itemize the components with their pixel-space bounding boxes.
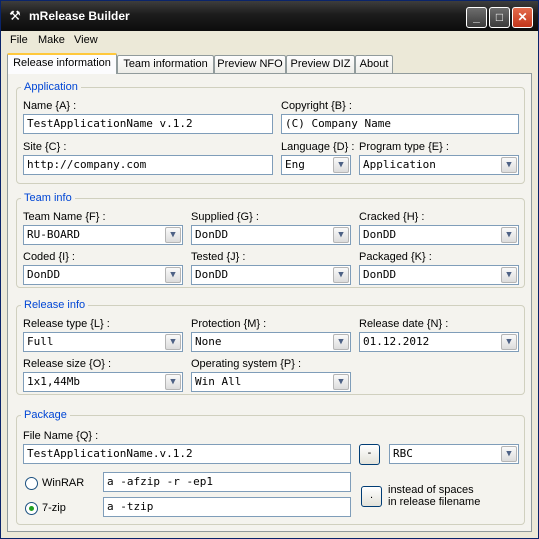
- supplied-select[interactable]: DonDD ▼: [191, 225, 351, 245]
- minimize-button[interactable]: _: [466, 7, 487, 28]
- language-select[interactable]: Eng ▼: [281, 155, 351, 175]
- name-input[interactable]: TestApplicationName v.1.2: [23, 114, 273, 134]
- program-type-select[interactable]: Application ▼: [359, 155, 519, 175]
- copyright-label: Copyright {B} :: [281, 100, 352, 112]
- suffix-select-value: RBC: [393, 447, 413, 460]
- tab-preview-diz[interactable]: Preview DIZ: [286, 55, 355, 74]
- dash-separator-button[interactable]: -: [359, 444, 380, 465]
- tested-select[interactable]: DonDD ▼: [191, 265, 351, 285]
- suffix-select[interactable]: RBC ▼: [389, 444, 519, 464]
- tested-label: Tested {J} :: [191, 251, 246, 263]
- team-name-select[interactable]: RU-BOARD ▼: [23, 225, 183, 245]
- chevron-down-icon[interactable]: ▼: [165, 267, 181, 283]
- site-input[interactable]: http://company.com: [23, 155, 273, 175]
- release-type-select[interactable]: Full ▼: [23, 332, 183, 352]
- release-date-picker[interactable]: 01.12.2012 ▼: [359, 332, 519, 352]
- radio-selected-dot: [29, 506, 34, 511]
- cracked-label: Cracked {H} :: [359, 211, 425, 223]
- sevenzip-label[interactable]: 7-zip: [42, 502, 66, 514]
- tab-strip: Release information Team information Pre…: [7, 53, 527, 74]
- chevron-down-icon[interactable]: ▼: [333, 334, 349, 350]
- cracked-select[interactable]: DonDD ▼: [359, 225, 519, 245]
- coded-select-value: DonDD: [27, 268, 61, 281]
- site-label: Site {C} :: [23, 141, 67, 153]
- chevron-down-icon[interactable]: ▼: [501, 446, 517, 462]
- protection-select-value: None: [195, 335, 222, 348]
- file-name-input[interactable]: TestApplicationName.v.1.2: [23, 444, 351, 464]
- supplied-label: Supplied {G} :: [191, 211, 259, 223]
- tab-about[interactable]: About: [355, 55, 393, 74]
- application-group-title: Application: [21, 81, 81, 93]
- protection-label: Protection {M} :: [191, 318, 267, 330]
- file-name-label: File Name {Q} :: [23, 430, 99, 442]
- tools-icon: ⚒: [9, 8, 21, 23]
- team-info-group-title: Team info: [21, 192, 75, 204]
- chevron-down-icon[interactable]: ▼: [165, 334, 181, 350]
- chevron-down-icon[interactable]: ▼: [333, 227, 349, 243]
- release-type-label: Release type {L} :: [23, 318, 110, 330]
- main-window: ⚒ mRelease Builder _ □ ✕ File Make View …: [0, 0, 539, 539]
- space-replacement-button[interactable]: .: [361, 486, 382, 507]
- release-date-label: Release date {N} :: [359, 318, 449, 330]
- chevron-down-icon[interactable]: ▼: [165, 374, 181, 390]
- release-date-value: 01.12.2012: [363, 335, 430, 348]
- supplied-select-value: DonDD: [195, 228, 229, 241]
- chevron-down-icon[interactable]: ▼: [333, 157, 349, 173]
- tab-preview-nfo[interactable]: Preview NFO: [214, 55, 286, 74]
- chevron-down-icon[interactable]: ▼: [501, 227, 517, 243]
- coded-label: Coded {I} :: [23, 251, 75, 263]
- protection-select[interactable]: None ▼: [191, 332, 351, 352]
- operating-system-select-value: Win All: [195, 375, 242, 388]
- coded-select[interactable]: DonDD ▼: [23, 265, 183, 285]
- release-info-group-title: Release info: [21, 299, 89, 311]
- chevron-down-icon[interactable]: ▼: [501, 157, 517, 173]
- menu-make[interactable]: Make: [38, 34, 65, 46]
- operating-system-select[interactable]: Win All ▼: [191, 372, 351, 392]
- cracked-select-value: DonDD: [363, 228, 397, 241]
- team-name-label: Team Name {F} :: [23, 211, 106, 223]
- release-size-select-value: 1x1,44Mb: [27, 375, 80, 388]
- packaged-select-value: DonDD: [363, 268, 397, 281]
- winrar-radio[interactable]: [25, 477, 38, 490]
- menu-bar: File Make View: [1, 31, 538, 51]
- release-size-label: Release size {O} :: [23, 358, 112, 370]
- spaces-note-line1: instead of spaces: [388, 484, 474, 496]
- chevron-down-icon[interactable]: ▼: [165, 227, 181, 243]
- copyright-input[interactable]: (C) Company Name: [281, 114, 519, 134]
- release-type-select-value: Full: [27, 335, 54, 348]
- sevenzip-radio[interactable]: [25, 502, 38, 515]
- menu-file[interactable]: File: [10, 34, 28, 46]
- close-button[interactable]: ✕: [512, 7, 533, 28]
- winrar-command-input[interactable]: a -afzip -r -ep1: [103, 472, 351, 492]
- language-label: Language {D} :: [281, 141, 355, 153]
- program-type-select-value: Application: [363, 158, 436, 171]
- tab-release-information[interactable]: Release information: [7, 53, 117, 74]
- chevron-down-icon[interactable]: ▼: [501, 267, 517, 283]
- name-label: Name {A} :: [23, 100, 77, 112]
- team-name-select-value: RU-BOARD: [27, 228, 80, 241]
- menu-view[interactable]: View: [74, 34, 98, 46]
- operating-system-label: Operating system {P} :: [191, 358, 302, 370]
- spaces-note-line2: in release filename: [388, 496, 481, 508]
- release-size-select[interactable]: 1x1,44Mb ▼: [23, 372, 183, 392]
- maximize-button[interactable]: □: [489, 7, 510, 28]
- tested-select-value: DonDD: [195, 268, 229, 281]
- winrar-label[interactable]: WinRAR: [42, 477, 84, 489]
- package-group-title: Package: [21, 409, 70, 421]
- packaged-select[interactable]: DonDD ▼: [359, 265, 519, 285]
- language-select-value: Eng: [285, 158, 305, 171]
- chevron-down-icon[interactable]: ▼: [501, 334, 517, 350]
- chevron-down-icon[interactable]: ▼: [333, 267, 349, 283]
- chevron-down-icon[interactable]: ▼: [333, 374, 349, 390]
- title-bar[interactable]: ⚒ mRelease Builder _ □ ✕: [1, 1, 538, 31]
- program-type-label: Program type {E} :: [359, 141, 449, 153]
- release-information-panel: Application Name {A} : TestApplicationNa…: [7, 73, 532, 532]
- sevenzip-command-input[interactable]: a -tzip: [103, 497, 351, 517]
- window-title: mRelease Builder: [29, 9, 130, 23]
- packaged-label: Packaged {K} :: [359, 251, 432, 263]
- tab-team-information[interactable]: Team information: [117, 55, 214, 74]
